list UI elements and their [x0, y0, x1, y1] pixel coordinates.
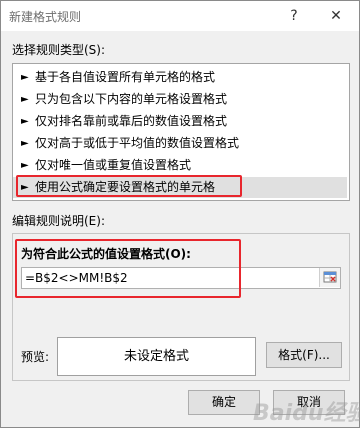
rule-type-item-label: 基于各自值设置所有单元格的格式: [35, 70, 216, 84]
close-icon[interactable]: ✕: [327, 7, 345, 25]
arrow-right-icon: ►: [21, 138, 29, 149]
rule-type-item-label: 仅对高于或低于平均值的数值设置格式: [35, 136, 240, 150]
rule-type-item-label: 仅对唯一值或重复值设置格式: [35, 158, 192, 172]
range-select-button[interactable]: [319, 268, 340, 287]
preview-label: 预览:: [21, 350, 50, 364]
rule-type-list[interactable]: ► 基于各自值设置所有单元格的格式 ► 只为包含以下内容的单元格设置格式 ► 仅…: [12, 63, 350, 201]
new-format-rule-dialog: 新建格式规则 ? ✕ 选择规则类型(S): ► 基于各自值设置所有单元格的格式 …: [0, 0, 360, 428]
rule-type-item-unique-duplicate[interactable]: ► 仅对唯一值或重复值设置格式: [13, 155, 347, 176]
arrow-right-icon: ►: [21, 182, 29, 193]
format-button[interactable]: 格式(F)...: [266, 342, 342, 368]
rule-type-item-label: 只为包含以下内容的单元格设置格式: [35, 92, 228, 106]
formula-input[interactable]: =B$2<>MM!B$2: [21, 267, 341, 289]
rule-type-item-above-below-average[interactable]: ► 仅对高于或低于平均值的数值设置格式: [13, 133, 347, 154]
rule-type-item-top-bottom[interactable]: ► 仅对排名靠前或靠后的数值设置格式: [13, 111, 347, 132]
rule-type-item-label: 使用公式确定要设置格式的单元格: [35, 180, 216, 194]
rule-type-item-contains[interactable]: ► 只为包含以下内容的单元格设置格式: [13, 89, 347, 110]
dialog-title: 新建格式规则: [9, 10, 82, 24]
edit-rule-label: 编辑规则说明(E):: [12, 214, 105, 228]
help-icon[interactable]: ?: [287, 7, 301, 25]
range-select-icon: [323, 271, 337, 283]
cancel-button[interactable]: 取消: [273, 390, 345, 415]
rule-type-item-use-formula[interactable]: ► 使用公式确定要设置格式的单元格: [13, 177, 347, 198]
arrow-right-icon: ►: [21, 94, 29, 105]
arrow-right-icon: ►: [21, 72, 29, 83]
arrow-right-icon: ►: [21, 160, 29, 171]
formula-label: 为符合此公式的值设置格式(O):: [21, 247, 191, 261]
rule-type-item-all-cells[interactable]: ► 基于各自值设置所有单元格的格式: [13, 67, 347, 88]
preview-box: 未设定格式: [57, 337, 256, 376]
rule-type-label: 选择规则类型(S):: [12, 43, 106, 57]
ok-button[interactable]: 确定: [188, 390, 260, 415]
rule-type-item-label: 仅对排名靠前或靠后的数值设置格式: [35, 114, 228, 128]
title-bar[interactable]: 新建格式规则 ? ✕: [1, 1, 359, 31]
arrow-right-icon: ►: [21, 116, 29, 127]
